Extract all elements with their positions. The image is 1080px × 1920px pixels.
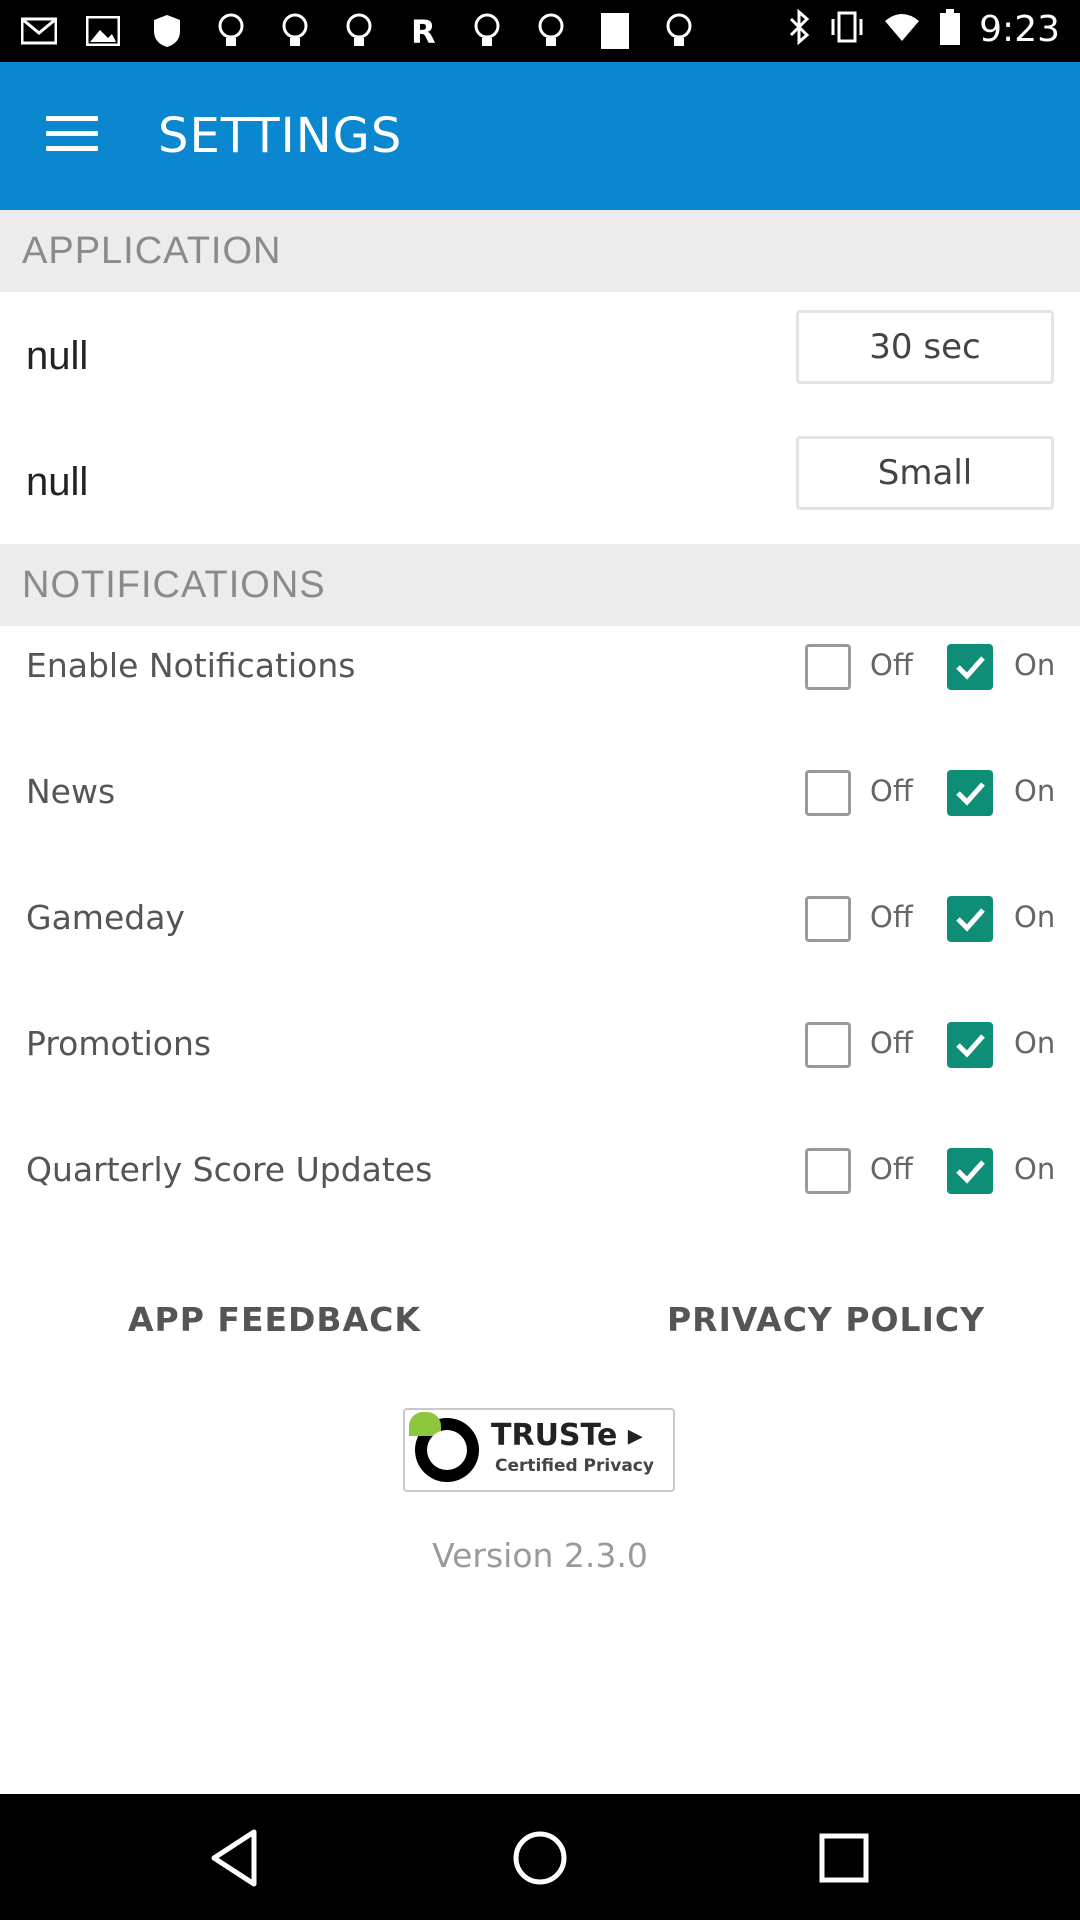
navigation-bar: [0, 1794, 1080, 1920]
version-label: Version 2.3.0: [432, 1536, 648, 1575]
system-icons: 9:23: [787, 8, 1060, 50]
bluetooth-icon: [787, 8, 811, 49]
truste-logo-icon: [409, 1412, 479, 1482]
r-icon: R: [404, 12, 442, 50]
off-checkbox[interactable]: [805, 1022, 851, 1068]
on-checkbox[interactable]: [947, 1148, 993, 1194]
off-label: Off: [870, 648, 913, 682]
on-checkbox[interactable]: [947, 896, 993, 942]
home-icon[interactable]: [504, 1822, 576, 1894]
notification-row-promotions: Promotions Off On: [0, 1004, 1080, 1130]
vibrate-icon: [829, 9, 865, 49]
image-icon: [84, 12, 122, 50]
on-checkbox[interactable]: [947, 770, 993, 816]
battery-icon: [939, 8, 961, 50]
off-label: Off: [870, 774, 913, 808]
mail-icon: [20, 12, 58, 50]
notification-row-news: News Off On: [0, 752, 1080, 878]
lightbulb-icon: [468, 12, 506, 50]
notification-row-gameday: Gameday Off On: [0, 878, 1080, 1004]
checkmark-icon: [956, 782, 985, 806]
off-label: Off: [870, 1152, 913, 1186]
section-header-label: NOTIFICATIONS: [22, 564, 326, 606]
hamburger-menu-icon[interactable]: [46, 116, 98, 156]
section-header-notifications: NOTIFICATIONS: [0, 544, 1080, 626]
on-label: On: [1014, 648, 1056, 682]
checkmark-icon: [956, 1160, 985, 1184]
off-checkbox[interactable]: [805, 644, 851, 690]
checkmark-icon: [956, 656, 985, 680]
lightbulb-icon: [660, 12, 698, 50]
app-setting-label: null: [26, 460, 89, 504]
lightbulb-icon: [340, 12, 378, 50]
notification-row-enable: Enable Notifications Off On: [0, 626, 1080, 752]
notification-label: Gameday: [26, 898, 185, 937]
off-checkbox[interactable]: [805, 896, 851, 942]
status-bar: R 9:23: [0, 0, 1080, 62]
checkmark-icon: [956, 908, 985, 932]
notification-label: Quarterly Score Updates: [26, 1150, 433, 1189]
card-icon: [596, 12, 634, 50]
status-time: 9:23: [979, 8, 1060, 50]
truste-brand: TRUSTe ▸: [491, 1418, 643, 1453]
on-label: On: [1014, 1026, 1056, 1060]
notification-icons: R: [20, 12, 698, 50]
section-header-label: APPLICATION: [22, 230, 282, 272]
off-checkbox[interactable]: [805, 770, 851, 816]
timeout-select[interactable]: 30 sec: [796, 310, 1054, 384]
app-bar: SETTINGS: [0, 62, 1080, 210]
shield-icon: [148, 12, 186, 50]
truste-subtitle: Certified Privacy: [495, 1456, 654, 1476]
on-label: On: [1014, 900, 1056, 934]
notification-label: Promotions: [26, 1024, 212, 1063]
off-checkbox[interactable]: [805, 1148, 851, 1194]
app-setting-row: null Small: [0, 418, 1080, 544]
wifi-icon: [883, 11, 921, 47]
page-title: SETTINGS: [158, 108, 403, 164]
recents-icon[interactable]: [808, 1822, 880, 1894]
notification-row-quarterly: Quarterly Score Updates Off On: [0, 1130, 1080, 1256]
svg-text:R: R: [411, 13, 436, 49]
notification-label: News: [26, 772, 116, 811]
app-feedback-link[interactable]: APP FEEDBACK: [128, 1300, 421, 1339]
on-checkbox[interactable]: [947, 1022, 993, 1068]
checkmark-icon: [956, 1034, 985, 1058]
truste-badge[interactable]: TRUSTe ▸ Certified Privacy: [403, 1408, 675, 1492]
back-icon[interactable]: [200, 1822, 272, 1894]
text-size-select[interactable]: Small: [796, 436, 1054, 510]
privacy-policy-link[interactable]: PRIVACY POLICY: [667, 1300, 985, 1339]
lightbulb-icon: [276, 12, 314, 50]
app-setting-label: null: [26, 334, 89, 378]
off-label: Off: [870, 1026, 913, 1060]
off-label: Off: [870, 900, 913, 934]
lightbulb-icon: [212, 12, 250, 50]
app-setting-row: null 30 sec: [0, 292, 1080, 418]
notification-label: Enable Notifications: [26, 646, 356, 685]
lightbulb-icon: [532, 12, 570, 50]
on-checkbox[interactable]: [947, 644, 993, 690]
section-header-application: APPLICATION: [0, 210, 1080, 292]
on-label: On: [1014, 774, 1056, 808]
on-label: On: [1014, 1152, 1056, 1186]
